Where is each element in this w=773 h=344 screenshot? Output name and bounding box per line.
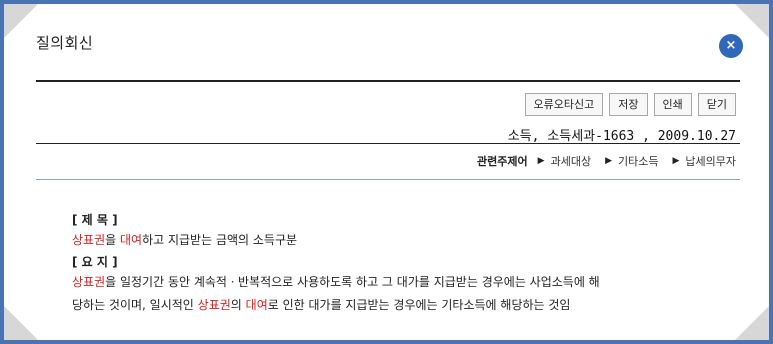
save-button[interactable]: 저장 <box>609 93 648 116</box>
related-item[interactable]: 과세대상 <box>551 153 591 169</box>
text-span: 을 일정기간 동안 계속적ㆍ반복적으로 사용하도록 하고 그 대가를 지급받는 … <box>105 275 600 289</box>
keyword-highlight: 상표권 <box>72 233 106 247</box>
text-span: 로 인한 대가를 지급받는 경우에는 기타소득에 해당하는 것임 <box>267 298 571 312</box>
text-span: 하고 지급받는 금액의 소득구분 <box>142 233 298 247</box>
dialog-frame: 질의회신 × 오류오타신고 저장 인쇄 닫기 소득, 소득세과-1663 , 2… <box>0 0 773 344</box>
related-item[interactable]: 기타소득 <box>618 153 658 169</box>
related-label: 관련주제어 <box>477 155 528 168</box>
text-span: 당하는 것이며, 일시적인 <box>72 298 198 312</box>
keyword-highlight: 대여 <box>119 233 143 247</box>
report-error-button[interactable]: 오류오타신고 <box>524 93 604 116</box>
related-keywords: 관련주제어 ▶ 과세대상 ▶ 기타소득 ▶ 납세의무자 <box>477 153 736 169</box>
summary-text: 상표권을 일정기간 동안 계속적ㆍ반복적으로 사용하도록 하고 그 대가를 지급… <box>72 271 600 294</box>
corner-decoration <box>735 306 769 340</box>
document-reference: 소득, 소득세과-1663 , 2009.10.27 <box>507 129 736 144</box>
divider <box>36 143 740 144</box>
divider <box>36 179 740 180</box>
arrow-right-icon: ▶ <box>605 156 612 166</box>
toolbar: 오류오타신고 저장 인쇄 닫기 <box>524 93 736 116</box>
subject-heading: [ 제 목 ] <box>72 213 118 227</box>
keyword-highlight: 상표권 <box>72 275 106 289</box>
close-button[interactable]: 닫기 <box>697 93 736 116</box>
arrow-right-icon: ▶ <box>537 156 545 166</box>
divider <box>36 80 740 82</box>
corner-decoration <box>4 4 38 38</box>
arrow-right-icon: ▶ <box>672 156 680 166</box>
document-body: [ 제 목 ] 상표권을 대여하고 지급받는 금액의 소득구분 [ 요 지 ] … <box>72 211 600 317</box>
subject-text: 상표권을 대여하고 지급받는 금액의 소득구분 <box>72 229 600 252</box>
keyword-highlight: 대여 <box>245 298 268 312</box>
dialog-title: 질의회신 <box>36 34 94 52</box>
keyword-highlight: 상표권 <box>197 298 231 312</box>
text-span: 의 <box>230 298 246 312</box>
summary-text: 당하는 것이며, 일시적인 상표권의 대여로 인한 대가를 지급받는 경우에는 … <box>72 294 600 317</box>
corner-decoration <box>735 4 769 38</box>
close-icon[interactable]: × <box>719 34 743 58</box>
print-button[interactable]: 인쇄 <box>653 93 692 116</box>
related-item[interactable]: 납세의무자 <box>685 153 736 169</box>
corner-decoration <box>4 306 38 340</box>
summary-heading: [ 요 지 ] <box>72 255 118 269</box>
text-span: 을 <box>105 233 120 247</box>
